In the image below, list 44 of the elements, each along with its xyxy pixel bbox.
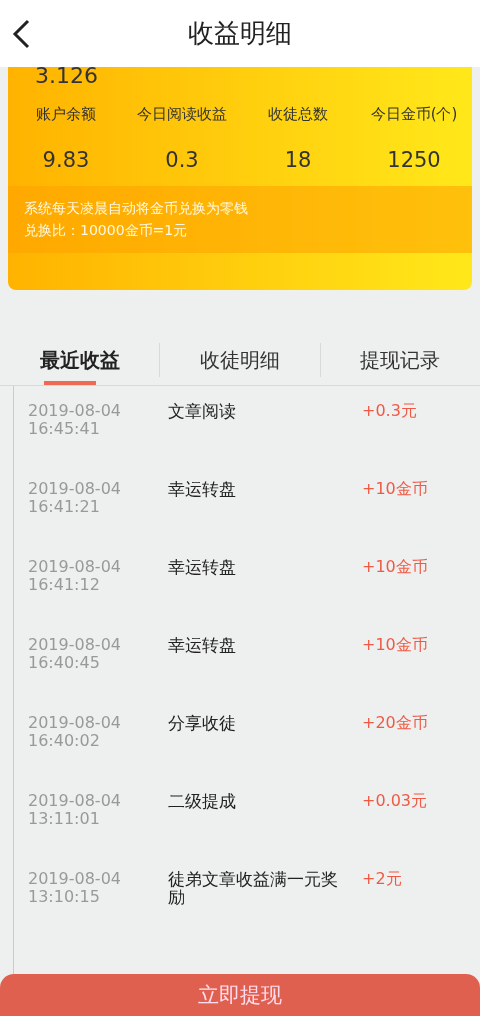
- record-amount: +10金币: [362, 480, 428, 498]
- stat-value: 9.83: [42, 148, 90, 172]
- record-time: 16:45:41: [28, 420, 101, 438]
- record-date: 2019-08-04: [28, 870, 122, 888]
- stat-label: 收徒总数: [268, 105, 328, 124]
- tab[interactable]: 最近收益: [0, 335, 160, 385]
- page-title: 收益明细: [188, 17, 292, 50]
- stat-label: 今日金币(个): [370, 105, 458, 124]
- record-time: 16:41:12: [28, 576, 101, 594]
- stat-label: 账户余额: [36, 105, 96, 124]
- record-date: 2019-08-04: [28, 480, 122, 498]
- record-amount: +0.3元: [362, 402, 417, 420]
- tab[interactable]: 提现记录: [320, 335, 480, 385]
- record-amount: +0.03元: [362, 792, 428, 810]
- record-time: 16:41:21: [28, 498, 101, 516]
- balance-value: 3.126: [34, 67, 99, 85]
- stat-value: 1250: [387, 148, 441, 172]
- record-amount: +2元: [362, 870, 402, 888]
- back-icon: [10, 18, 32, 50]
- record-time: 13:10:15: [28, 888, 101, 906]
- record-date: 2019-08-04: [28, 792, 122, 810]
- record-title: 幸运转盘: [168, 558, 237, 576]
- record-title: 幸运转盘: [168, 480, 237, 498]
- stat-label: 今日阅读收益: [137, 105, 227, 124]
- notice-text: 系统每天凌晨自动将金币兑换为零钱: [24, 199, 249, 218]
- record-title: 二级提成: [168, 792, 237, 810]
- record-amount: +20金币: [362, 714, 428, 732]
- notice-text: 兑换比：10000金币=1元: [24, 221, 189, 240]
- record-date: 2019-08-04: [28, 402, 122, 420]
- record-time: 13:11:01: [28, 810, 101, 828]
- record-date: 2019-08-04: [28, 636, 122, 654]
- record-amount: +10金币: [362, 636, 428, 654]
- record-time: 16:40:02: [28, 732, 101, 750]
- record-title: 文章阅读: [168, 402, 237, 420]
- record-title: 分享收徒: [168, 714, 237, 732]
- record-title: 徒弟文章收益满一元奖励: [168, 870, 339, 906]
- record-date: 2019-08-04: [28, 714, 122, 732]
- stat-value: 0.3: [165, 148, 199, 172]
- record-title: 幸运转盘: [168, 636, 237, 654]
- record-date: 2019-08-04: [28, 558, 122, 576]
- record-amount: +10金币: [362, 558, 428, 576]
- stat-value: 18: [284, 148, 312, 172]
- record-time: 16:40:45: [28, 654, 101, 672]
- tab[interactable]: 收徒明细: [160, 335, 320, 385]
